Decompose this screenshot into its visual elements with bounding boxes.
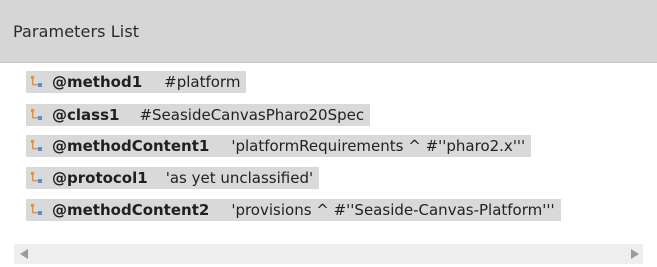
parameter-value: 'as yet unclassified' bbox=[165, 169, 314, 187]
parameter-node-icon bbox=[26, 71, 48, 93]
parameter-value: 'platformRequirements ^ #''pharo2.x''' bbox=[231, 137, 526, 155]
parameter-name: @methodContent2 bbox=[52, 201, 210, 219]
scroll-left-arrow-icon[interactable] bbox=[20, 249, 28, 259]
list-item[interactable]: @methodContent1 'platformRequirements ^ … bbox=[26, 135, 532, 157]
parameter-value: 'provisions ^ #''Seaside-Canvas-Platform… bbox=[231, 201, 555, 219]
parameter-name: @method1 bbox=[52, 73, 143, 91]
list-item[interactable]: @protocol1 'as yet unclassified' bbox=[26, 167, 320, 189]
parameters-panel: Parameters List @method1 #platform @clas… bbox=[0, 0, 657, 267]
parameter-name: @methodContent1 bbox=[52, 137, 210, 155]
list-item[interactable]: @methodContent2 'provisions ^ #''Seaside… bbox=[26, 199, 561, 221]
panel-header: Parameters List bbox=[0, 0, 657, 63]
parameter-node-icon bbox=[26, 104, 48, 126]
scroll-right-arrow-icon[interactable] bbox=[631, 249, 639, 259]
parameter-name: @protocol1 bbox=[52, 169, 148, 187]
list-item[interactable]: @class1 #SeasideCanvasPharo20Spec bbox=[26, 104, 371, 126]
parameter-value: #SeasideCanvasPharo20Spec bbox=[139, 106, 365, 124]
parameter-node-icon bbox=[26, 135, 48, 157]
horizontal-scrollbar[interactable] bbox=[14, 244, 643, 264]
parameters-list[interactable]: @method1 #platform @class1 #SeasideCanva… bbox=[0, 63, 657, 239]
parameter-node-icon bbox=[26, 199, 48, 221]
list-item[interactable]: @method1 #platform bbox=[26, 71, 247, 93]
parameter-value: #platform bbox=[164, 73, 241, 91]
panel-title: Parameters List bbox=[13, 22, 140, 41]
parameter-name: @class1 bbox=[52, 106, 120, 124]
parameter-node-icon bbox=[26, 167, 48, 189]
